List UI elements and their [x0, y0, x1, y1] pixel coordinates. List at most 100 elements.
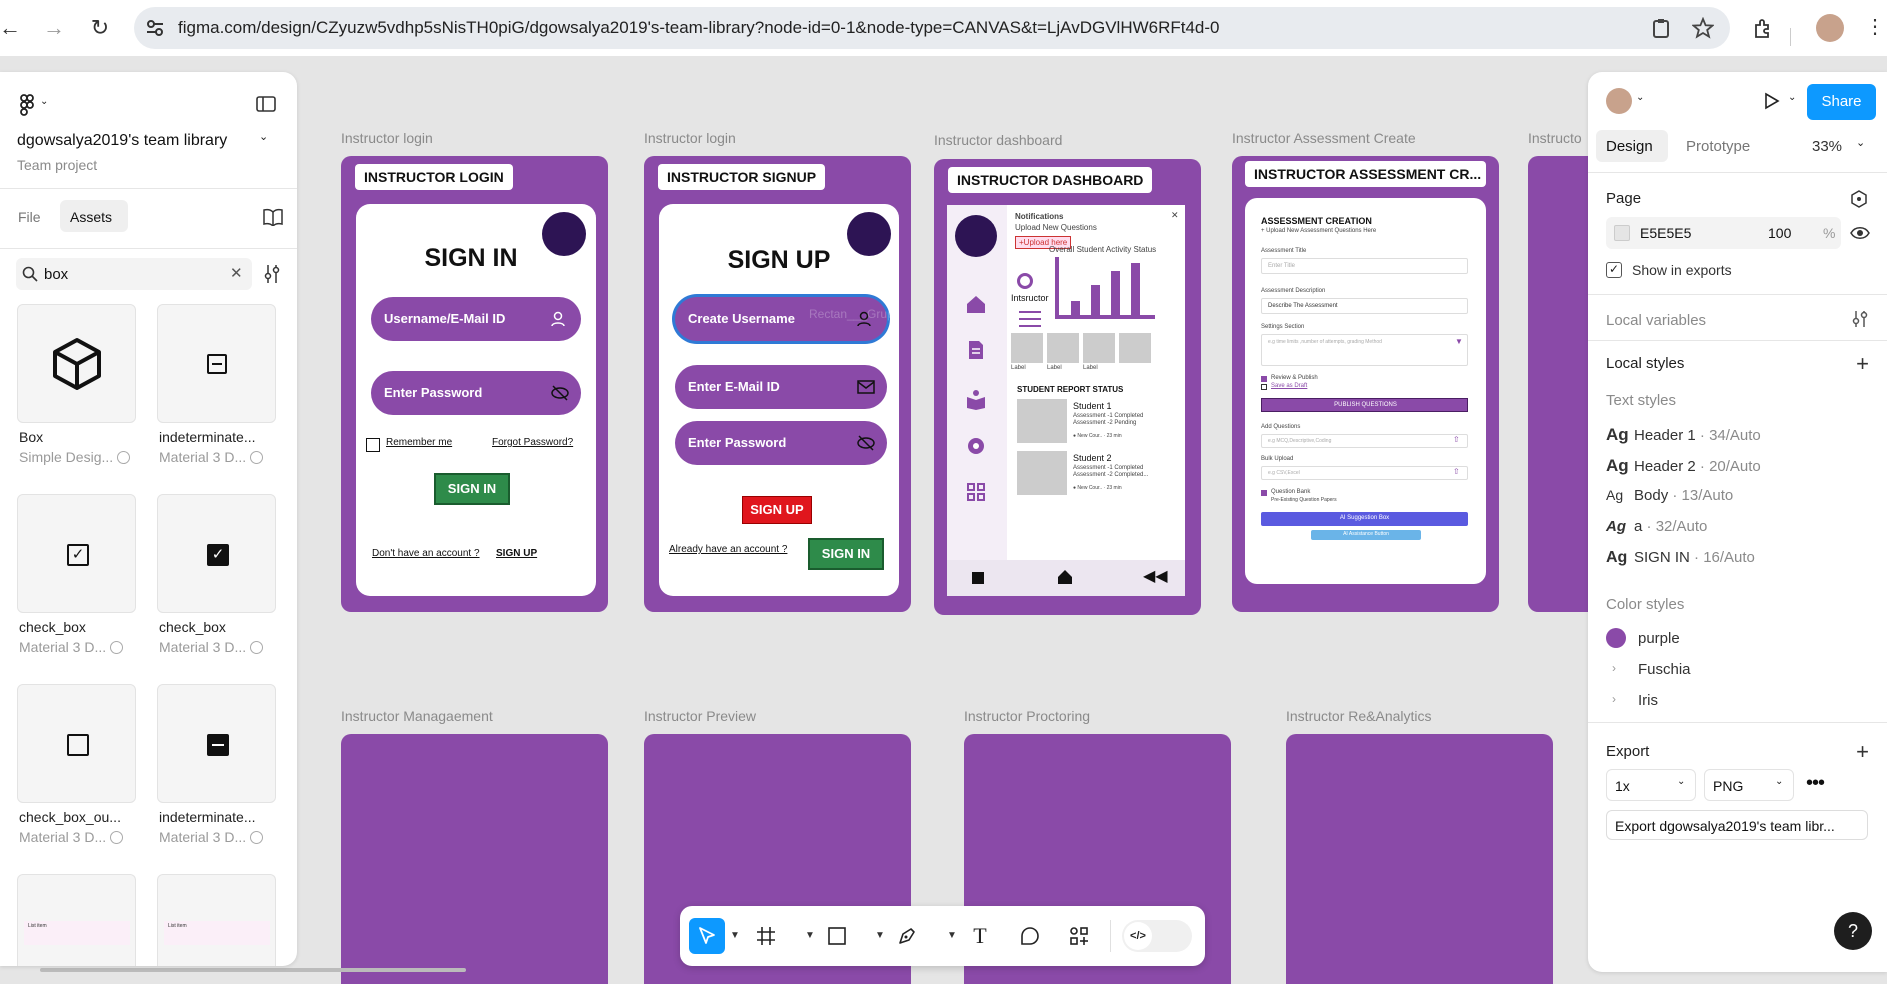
sign-in-button[interactable]: SIGN IN: [434, 473, 510, 505]
email-input[interactable]: Enter E-Mail ID: [675, 365, 887, 409]
site-settings-icon[interactable]: [144, 17, 166, 39]
profile-avatar[interactable]: [1816, 14, 1844, 42]
close-icon[interactable]: ✕: [1171, 210, 1179, 221]
asset-check-box-outline-thumb[interactable]: [17, 684, 136, 803]
add-export-icon[interactable]: +: [1856, 741, 1869, 763]
forward-icon[interactable]: →: [40, 14, 68, 42]
publish-button[interactable]: PUBLISH QUESTIONS: [1261, 398, 1468, 412]
present-play-icon[interactable]: [1762, 92, 1780, 110]
frame-label[interactable]: Instructor Proctoring: [964, 708, 1090, 724]
local-variables-label[interactable]: Local variables: [1606, 312, 1706, 329]
bulk-upload-input[interactable]: e.g CSV,Excel ⇧: [1261, 466, 1468, 480]
home-icon[interactable]: [1057, 569, 1073, 585]
text-style-item[interactable]: Ag Header 2 · 20/Auto: [1606, 456, 1761, 476]
sign-in-button[interactable]: SIGN IN: [808, 538, 884, 570]
variables-sliders-icon[interactable]: [1852, 310, 1868, 328]
password-input[interactable]: Enter Password: [675, 421, 887, 465]
frame-label[interactable]: Instructo: [1528, 130, 1582, 146]
frame-instructor-signup[interactable]: INSTRUCTOR SIGNUP SIGN UP Create Usernam…: [644, 156, 911, 612]
frame-instructor-dashboard[interactable]: INSTRUCTOR DASHBOARD Notifications ✕ Upl…: [934, 159, 1201, 615]
frame-label[interactable]: Instructor login: [341, 130, 433, 146]
description-input[interactable]: Describe The Assessment: [1261, 298, 1468, 314]
asset-list-item-thumb[interactable]: List item: [17, 874, 136, 966]
color-swatch[interactable]: [1614, 225, 1630, 241]
eye-icon[interactable]: [1850, 225, 1870, 241]
settings-gear-icon[interactable]: [965, 435, 987, 457]
dev-mode-toggle[interactable]: </>: [1122, 920, 1192, 952]
frame-instructor-login[interactable]: INSTRUCTOR LOGIN SIGN IN Username/E-Mail…: [341, 156, 608, 612]
rewind-icon[interactable]: ◀◀: [1143, 566, 1168, 586]
username-input[interactable]: Username/E-Mail ID: [371, 297, 581, 341]
tab-assets-active[interactable]: Assets: [60, 200, 128, 232]
clear-search-icon[interactable]: ✕: [230, 264, 243, 282]
comment-tool[interactable]: [1012, 918, 1048, 954]
horizontal-scrollbar[interactable]: [40, 968, 466, 972]
color-style-iris[interactable]: Iris: [1638, 692, 1658, 709]
chevron-down-icon[interactable]: ⌄: [259, 130, 268, 143]
move-tool[interactable]: [689, 918, 725, 954]
actions-tool[interactable]: [1061, 918, 1097, 954]
text-style-item[interactable]: Ag SIGN IN · 16/Auto: [1606, 549, 1755, 567]
style-hexagon-icon[interactable]: [1850, 190, 1868, 208]
browser-menu-icon[interactable]: ⋮: [1865, 14, 1885, 39]
tab-prototype[interactable]: Prototype: [1686, 138, 1750, 155]
chevron-right-icon[interactable]: ›: [1612, 692, 1616, 706]
color-style-fuschia[interactable]: Fuschia: [1638, 661, 1691, 678]
frame-tool[interactable]: [748, 918, 784, 954]
tab-design-active[interactable]: Design: [1596, 130, 1668, 162]
settings-select[interactable]: e.g time limits ,number of attempts, gra…: [1261, 334, 1468, 366]
page-color-hex[interactable]: E5E5E5: [1640, 225, 1691, 241]
stop-icon[interactable]: [972, 572, 984, 584]
reload-icon[interactable]: ↻: [86, 14, 114, 42]
purple-color-swatch[interactable]: [1606, 628, 1626, 648]
color-style-purple[interactable]: purple: [1638, 630, 1680, 647]
share-button[interactable]: Share: [1807, 84, 1876, 120]
frame-instructor-assessment[interactable]: INSTRUCTOR ASSESSMENT CR... ASSESSMENT C…: [1232, 156, 1499, 612]
extensions-icon[interactable]: [1752, 17, 1774, 39]
help-button[interactable]: ?: [1834, 912, 1872, 950]
chevron-down-icon[interactable]: ▼: [730, 930, 740, 941]
zoom-level[interactable]: 33%: [1812, 138, 1842, 155]
chevron-down-icon[interactable]: ▼: [875, 930, 885, 941]
chevron-down-icon[interactable]: ▼: [805, 930, 815, 941]
frame-label[interactable]: Instructor Assessment Create: [1232, 130, 1416, 146]
user-avatar[interactable]: [1606, 88, 1632, 114]
asset-indeterminate-thumb[interactable]: [157, 304, 276, 423]
sign-up-link[interactable]: SIGN UP: [496, 548, 537, 559]
frame-label[interactable]: Instructor Re&Analytics: [1286, 708, 1432, 724]
sign-up-button[interactable]: SIGN UP: [742, 496, 812, 524]
title-input[interactable]: Enter Title: [1261, 258, 1468, 274]
pen-tool[interactable]: [889, 918, 925, 954]
asset-check-box-filled-thumb[interactable]: ✓: [157, 494, 276, 613]
text-tool[interactable]: T: [962, 918, 998, 954]
show-exports-checkbox[interactable]: ✓: [1606, 262, 1622, 278]
chevron-down-icon[interactable]: ▼: [947, 930, 957, 941]
draft-checkbox[interactable]: [1261, 384, 1267, 390]
remember-checkbox[interactable]: [366, 438, 380, 452]
frame-label[interactable]: Instructor login: [644, 130, 736, 146]
library-book-icon[interactable]: [263, 208, 283, 226]
page-opacity[interactable]: 100: [1768, 225, 1791, 241]
address-bar[interactable]: figma.com/design/CZyuzw5vdhp5sNisTH0piG/…: [134, 7, 1730, 49]
chevron-down-icon[interactable]: ⌄: [1856, 136, 1865, 149]
frame-label[interactable]: Instructor Preview: [644, 708, 756, 724]
text-style-item[interactable]: Ag Body · 13/Auto: [1606, 487, 1733, 504]
add-questions-input[interactable]: e.g MCQ,Descriptive,Coding ⇧: [1261, 434, 1468, 448]
chevron-right-icon[interactable]: ›: [1612, 661, 1616, 675]
asset-box-thumb[interactable]: [17, 304, 136, 423]
chevron-down-icon[interactable]: ⌄: [40, 96, 48, 107]
clipboard-icon[interactable]: [1650, 17, 1672, 39]
ai-assistance-button[interactable]: AI Assistance Button: [1311, 530, 1421, 540]
frame-instructor-management[interactable]: [341, 734, 608, 984]
password-input[interactable]: Enter Password: [371, 371, 581, 415]
search-input[interactable]: box ✕: [16, 258, 252, 290]
forgot-password-link[interactable]: Forgot Password?: [492, 437, 573, 448]
figma-menu-icon[interactable]: [18, 94, 38, 116]
team-library-name[interactable]: dgowsalya2019's team library: [17, 132, 227, 150]
chevron-down-icon[interactable]: ⌄: [1788, 92, 1796, 103]
export-button[interactable]: Export dgowsalya2019's team libr...: [1606, 810, 1868, 840]
asset-list-item-thumb[interactable]: List item: [157, 874, 276, 966]
add-style-icon[interactable]: +: [1856, 353, 1869, 375]
frame-label[interactable]: Instructor Managaement: [341, 708, 493, 724]
page-color-field[interactable]: E5E5E5 100 %: [1606, 217, 1841, 249]
